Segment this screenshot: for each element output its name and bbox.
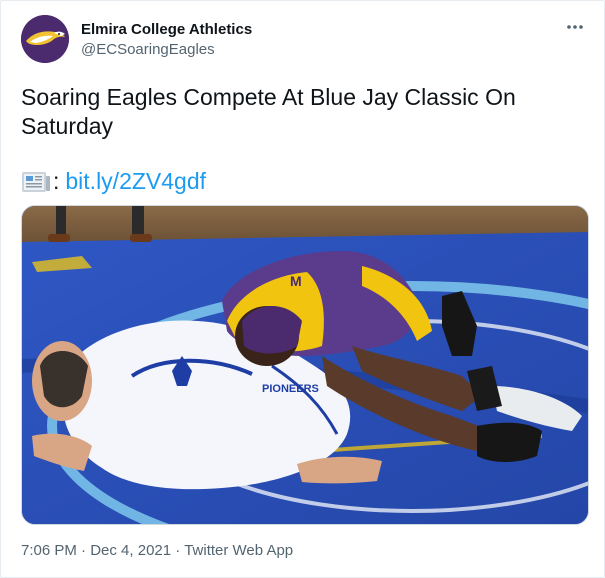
tweet-date[interactable]: Dec 4, 2021 <box>90 542 171 559</box>
tweet-link[interactable]: bit.ly/2ZV4gdf <box>65 167 206 196</box>
separator: · <box>81 542 87 559</box>
eagle-logo-icon <box>21 15 69 63</box>
author-name[interactable]: Elmira College Athletics <box>81 21 252 38</box>
link-prefix: : <box>53 168 60 194</box>
wrestling-photo: PIONEERS M <box>22 206 588 524</box>
author-avatar[interactable] <box>21 15 69 63</box>
tweet-photo[interactable]: PIONEERS M <box>21 205 589 525</box>
more-horizontal-icon <box>567 25 583 29</box>
tweet-source[interactable]: Twitter Web App <box>184 542 293 559</box>
tweet-card: Elmira College Athletics @ECSoaringEagle… <box>0 0 605 578</box>
tweet-time[interactable]: 7:06 PM <box>21 542 77 559</box>
separator: · <box>175 542 181 559</box>
singlet-text: PIONEERS <box>262 383 319 395</box>
tweet-text: Soaring Eagles Compete At Blue Jay Class… <box>21 84 516 139</box>
newspaper-icon <box>22 171 50 192</box>
author-handle[interactable]: @ECSoaringEagles <box>81 41 215 58</box>
tweet-link-row: : bit.ly/2ZV4gdf <box>21 167 206 196</box>
tweet-timestamp: 7:06 PM · Dec 4, 2021 · Twitter Web App <box>21 542 293 559</box>
headgear-logo: M <box>290 273 302 289</box>
more-options-button[interactable] <box>565 17 585 42</box>
